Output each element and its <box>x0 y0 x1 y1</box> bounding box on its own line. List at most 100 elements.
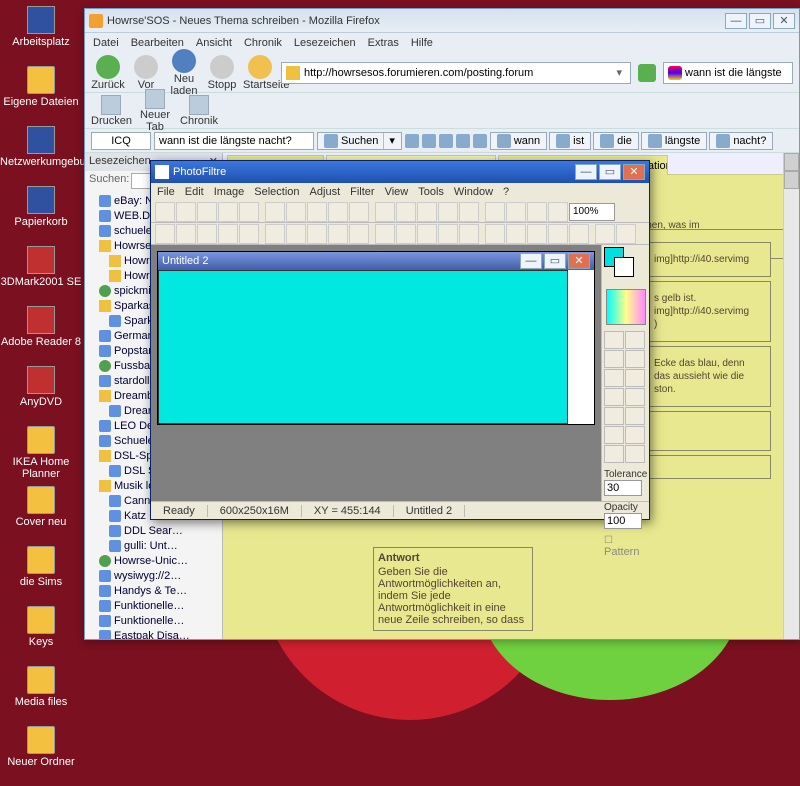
toolbar-button[interactable] <box>595 224 615 244</box>
desktop-icon[interactable]: Arbeitsplatz <box>0 6 82 64</box>
tool-button[interactable] <box>625 407 645 425</box>
toolbar-button[interactable] <box>616 224 636 244</box>
minimize-button[interactable]: — <box>575 164 597 180</box>
tool-button[interactable] <box>625 388 645 406</box>
toolbar-button[interactable] <box>417 202 437 222</box>
address-bar[interactable]: ▾ <box>281 62 631 84</box>
bookmark-item[interactable]: DDL Sear… <box>85 523 222 538</box>
icq-search-input[interactable] <box>154 132 314 150</box>
tool-button[interactable] <box>604 388 624 406</box>
toolbar-button[interactable] <box>286 224 306 244</box>
zoom-out-icon[interactable] <box>422 134 436 148</box>
icq-menu[interactable]: ICQ <box>91 132 151 150</box>
tool-button[interactable] <box>625 350 645 368</box>
color-picker[interactable] <box>606 289 646 325</box>
toolbar-button[interactable] <box>370 224 374 244</box>
back-button[interactable]: Zurück <box>91 55 125 91</box>
url-input[interactable] <box>304 67 612 79</box>
toolbar-button[interactable] <box>459 202 479 222</box>
bookmark-item[interactable]: Howrse-Unic… <box>85 553 222 568</box>
desktop-icon[interactable]: Media files <box>0 666 82 724</box>
home-button[interactable]: Startseite <box>243 55 277 91</box>
toolbar-button[interactable] <box>417 224 437 244</box>
tool-button[interactable] <box>604 350 624 368</box>
content-scrollbar[interactable] <box>783 153 799 639</box>
toolbar-button[interactable] <box>349 202 369 222</box>
toolbar-button[interactable] <box>260 202 264 222</box>
desktop-icon[interactable]: Papierkorb <box>0 186 82 244</box>
toolbar-button[interactable] <box>485 202 505 222</box>
close-button[interactable]: ✕ <box>773 13 795 29</box>
toolbar-button[interactable] <box>328 202 348 222</box>
minimize-button[interactable]: — <box>725 13 747 29</box>
keyword-chip[interactable]: wann <box>490 132 547 150</box>
keyword-chip[interactable]: die <box>593 132 639 150</box>
desktop-icon[interactable]: AnyDVD <box>0 366 82 424</box>
go-button[interactable] <box>638 64 656 82</box>
keyword-chip[interactable]: längste <box>641 132 707 150</box>
pf-doc-titlebar[interactable]: Untitled 2 — ▭ ✕ <box>158 252 594 270</box>
menu-item[interactable]: Edit <box>185 186 204 198</box>
toolbar-button[interactable] <box>197 224 217 244</box>
desktop-icon[interactable]: Neuer Ordner <box>0 726 82 784</box>
toolbar-button[interactable] <box>239 202 259 222</box>
toolbar-button[interactable] <box>527 224 547 244</box>
toolbar-button[interactable] <box>328 224 348 244</box>
tool-button[interactable] <box>625 426 645 444</box>
toolbar-button[interactable] <box>197 202 217 222</box>
opacity-input[interactable] <box>604 513 642 529</box>
print-button[interactable]: Drucken <box>91 95 131 127</box>
toolbar-button[interactable] <box>239 224 259 244</box>
toolbar-button[interactable] <box>349 224 369 244</box>
tool-button[interactable] <box>604 426 624 444</box>
background-color[interactable] <box>614 257 634 277</box>
pattern-checkbox[interactable]: ☐ Pattern <box>604 535 647 558</box>
menu-item[interactable]: Hilfe <box>411 37 433 49</box>
icq-search-button[interactable]: Suchen▾ <box>317 132 402 150</box>
keyword-chip[interactable]: nacht? <box>709 132 773 150</box>
desktop-icon[interactable]: Netzwerkumgebung <box>0 126 82 184</box>
toolbar-button[interactable] <box>527 202 547 222</box>
close-button[interactable]: ✕ <box>623 164 645 180</box>
maximize-button[interactable]: ▭ <box>544 253 566 269</box>
toolbar-button[interactable] <box>260 224 264 244</box>
menu-item[interactable]: Selection <box>254 186 299 198</box>
menu-item[interactable]: Chronik <box>244 37 282 49</box>
toolbar-button[interactable] <box>176 202 196 222</box>
desktop-icon[interactable]: Adobe Reader 8 <box>0 306 82 364</box>
tool-button[interactable] <box>604 445 624 463</box>
history-button[interactable]: Chronik <box>179 95 219 127</box>
toolbar-button[interactable] <box>375 202 395 222</box>
tool-button[interactable] <box>604 369 624 387</box>
bookmark-item[interactable]: Funktionelle… <box>85 613 222 628</box>
tool-button[interactable] <box>604 407 624 425</box>
toolbar-button[interactable] <box>396 202 416 222</box>
desktop-icon[interactable]: Eigene Dateien <box>0 66 82 124</box>
maximize-button[interactable]: ▭ <box>749 13 771 29</box>
toolbar-button[interactable] <box>307 202 327 222</box>
tool-button[interactable] <box>625 445 645 463</box>
menu-item[interactable]: Lesezeichen <box>294 37 356 49</box>
toolbar-button[interactable] <box>370 202 374 222</box>
toolbar-button[interactable] <box>307 224 327 244</box>
pf-titlebar[interactable]: PhotoFiltre — ▭ ✕ <box>151 161 649 183</box>
zoom-input[interactable] <box>569 203 615 221</box>
desktop-icon[interactable]: Keys <box>0 606 82 664</box>
new-tab-button[interactable]: Neuer Tab <box>135 89 175 133</box>
menu-item[interactable]: Datei <box>93 37 119 49</box>
toolbar-button[interactable] <box>459 224 479 244</box>
bookmark-item[interactable]: wysiwyg://2… <box>85 568 222 583</box>
toolbar-button[interactable] <box>548 202 568 222</box>
bookmark-item[interactable]: gulli: Unt… <box>85 538 222 553</box>
toolbar-button[interactable] <box>155 202 175 222</box>
toolbar-button[interactable] <box>480 224 484 244</box>
tolerance-input[interactable] <box>604 480 642 496</box>
tool-button[interactable] <box>625 331 645 349</box>
keyword-chip[interactable]: ist <box>549 132 591 150</box>
tool-button[interactable] <box>604 331 624 349</box>
stop-button[interactable]: Stopp <box>205 55 239 91</box>
search-input[interactable] <box>685 67 785 79</box>
toolbar-button[interactable] <box>176 224 196 244</box>
toolbar-button[interactable] <box>265 202 285 222</box>
toolbar-button[interactable] <box>155 224 175 244</box>
